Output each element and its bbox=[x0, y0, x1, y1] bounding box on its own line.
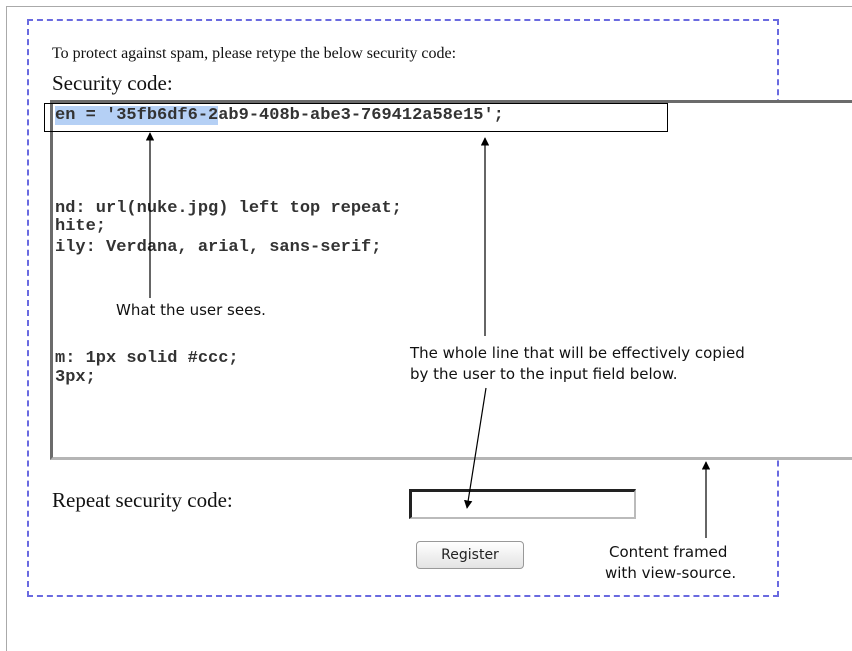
annotation-whole-line-1: The whole line that will be effectively … bbox=[410, 344, 745, 362]
source-line: ily: Verdana, arial, sans-serif; bbox=[55, 238, 382, 257]
annotation-user-sees: What the user sees. bbox=[116, 301, 266, 319]
repeat-code-label: Repeat security code: bbox=[52, 488, 233, 512]
source-line: nd: url(nuke.jpg) left top repeat; bbox=[55, 199, 402, 218]
register-button[interactable]: Register bbox=[416, 541, 524, 569]
copied-line-outline bbox=[44, 103, 668, 132]
intro-text: To protect against spam, please retype t… bbox=[52, 45, 457, 62]
repeat-code-input[interactable] bbox=[409, 489, 636, 519]
source-line: m: 1px solid #ccc; bbox=[55, 349, 239, 368]
view-source-frame[interactable] bbox=[50, 100, 852, 460]
annotation-whole-line-2: by the user to the input field below. bbox=[410, 365, 678, 383]
security-code-title: Security code: bbox=[52, 71, 173, 95]
source-line: 3px; bbox=[55, 368, 96, 387]
annotation-framed-2: with view-source. bbox=[605, 564, 737, 582]
source-line: hite; bbox=[55, 217, 107, 236]
annotation-framed-1: Content framed bbox=[609, 543, 728, 561]
